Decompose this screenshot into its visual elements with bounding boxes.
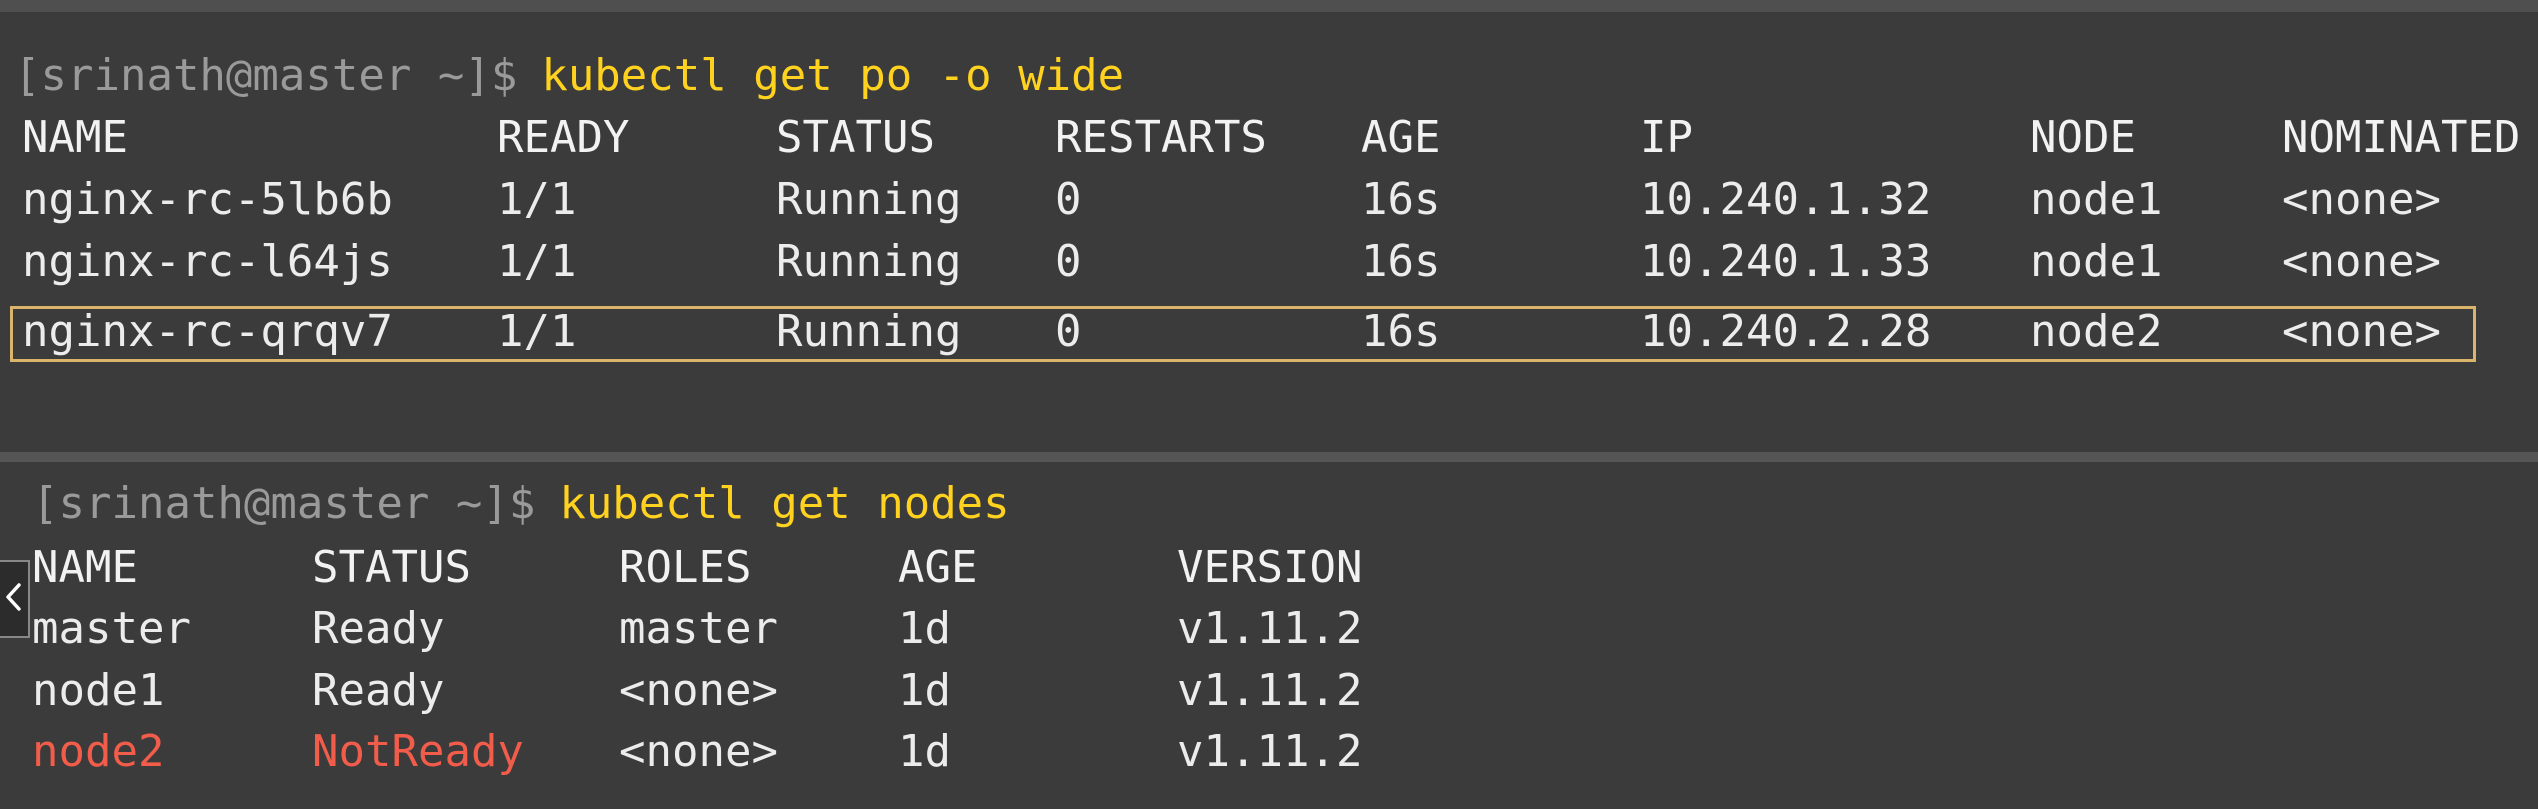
- pod-age: 16s: [1361, 174, 1441, 225]
- node-name-alert: node2: [32, 726, 165, 777]
- column-header-node: NODE: [2030, 112, 2136, 163]
- column-header-version: VERSION: [1177, 542, 1363, 593]
- node-name: node1: [32, 665, 165, 716]
- node-roles: <none>: [619, 665, 778, 716]
- pod-node: node1: [2030, 236, 2163, 287]
- column-header-ip: IP: [1640, 112, 1693, 163]
- node-status: Ready: [312, 665, 445, 716]
- pod-age: 16s: [1361, 306, 1441, 357]
- pane-divider[interactable]: [0, 452, 2538, 462]
- column-header-name: NAME: [22, 112, 128, 163]
- pod-restarts: 0: [1055, 306, 1082, 357]
- node-version: v1.11.2: [1177, 726, 1363, 777]
- pod-ready: 1/1: [497, 174, 577, 225]
- pod-ready: 1/1: [497, 236, 577, 287]
- pod-name: nginx-rc-5lb6b: [22, 174, 393, 225]
- pod-age: 16s: [1361, 236, 1441, 287]
- pod-nominated: <none>: [2282, 236, 2441, 287]
- column-header-name: NAME: [32, 542, 138, 593]
- column-header-roles: ROLES: [619, 542, 752, 593]
- pod-name: nginx-rc-l64js: [22, 236, 393, 287]
- pod-status: Running: [776, 174, 962, 225]
- terminal-pane-nodes[interactable]: [srinath@master ~]$ kubectl get nodes NAM…: [0, 462, 2538, 809]
- pod-status: Running: [776, 236, 962, 287]
- pod-restarts: 0: [1055, 174, 1082, 225]
- pod-node: node2: [2030, 306, 2163, 357]
- shell-prompt: [srinath@master ~]$: [32, 478, 536, 529]
- node-status: Ready: [312, 603, 445, 654]
- pod-name: nginx-rc-qrqv7: [22, 306, 393, 357]
- column-header-ready: READY: [497, 112, 630, 163]
- pod-restarts: 0: [1055, 236, 1082, 287]
- column-header-restarts: RESTARTS: [1055, 112, 1267, 163]
- node-status-alert: NotReady: [312, 726, 524, 777]
- window-top-edge: [0, 0, 2538, 12]
- prompt-line-nodes: [srinath@master ~]$ kubectl get nodes: [32, 474, 1010, 534]
- node-roles: <none>: [619, 726, 778, 777]
- pod-ip: 10.240.1.32: [1640, 174, 1932, 225]
- node-age: 1d: [898, 726, 951, 777]
- node-age: 1d: [898, 603, 951, 654]
- column-header-status: STATUS: [312, 542, 471, 593]
- column-header-nominated: NOMINATED: [2282, 112, 2521, 163]
- node-age: 1d: [898, 665, 951, 716]
- pod-node: node1: [2030, 174, 2163, 225]
- column-header-status: STATUS: [776, 112, 935, 163]
- command-text: kubectl get nodes: [559, 478, 1010, 529]
- pod-ip: 10.240.1.33: [1640, 236, 1932, 287]
- node-name: master: [32, 603, 191, 654]
- terminal-pane-pods[interactable]: [srinath@master ~]$ kubectl get po -o wid…: [0, 12, 2538, 452]
- pod-status: Running: [776, 306, 962, 357]
- pod-ready: 1/1: [497, 306, 577, 357]
- shell-prompt: [srinath@master ~]$: [14, 50, 518, 101]
- node-version: v1.11.2: [1177, 603, 1363, 654]
- pod-nominated: <none>: [2282, 174, 2441, 225]
- column-header-age: AGE: [1361, 112, 1441, 163]
- prompt-line-pods: [srinath@master ~]$ kubectl get po -o wid…: [14, 46, 1124, 106]
- chevron-left-icon: [3, 581, 25, 617]
- column-header-age: AGE: [898, 542, 978, 593]
- pod-nominated: <none>: [2282, 306, 2441, 357]
- side-panel-toggle-button[interactable]: [0, 560, 30, 638]
- node-roles: master: [619, 603, 778, 654]
- command-text: kubectl get po -o wide: [541, 50, 1125, 101]
- node-version: v1.11.2: [1177, 665, 1363, 716]
- pod-ip: 10.240.2.28: [1640, 306, 1932, 357]
